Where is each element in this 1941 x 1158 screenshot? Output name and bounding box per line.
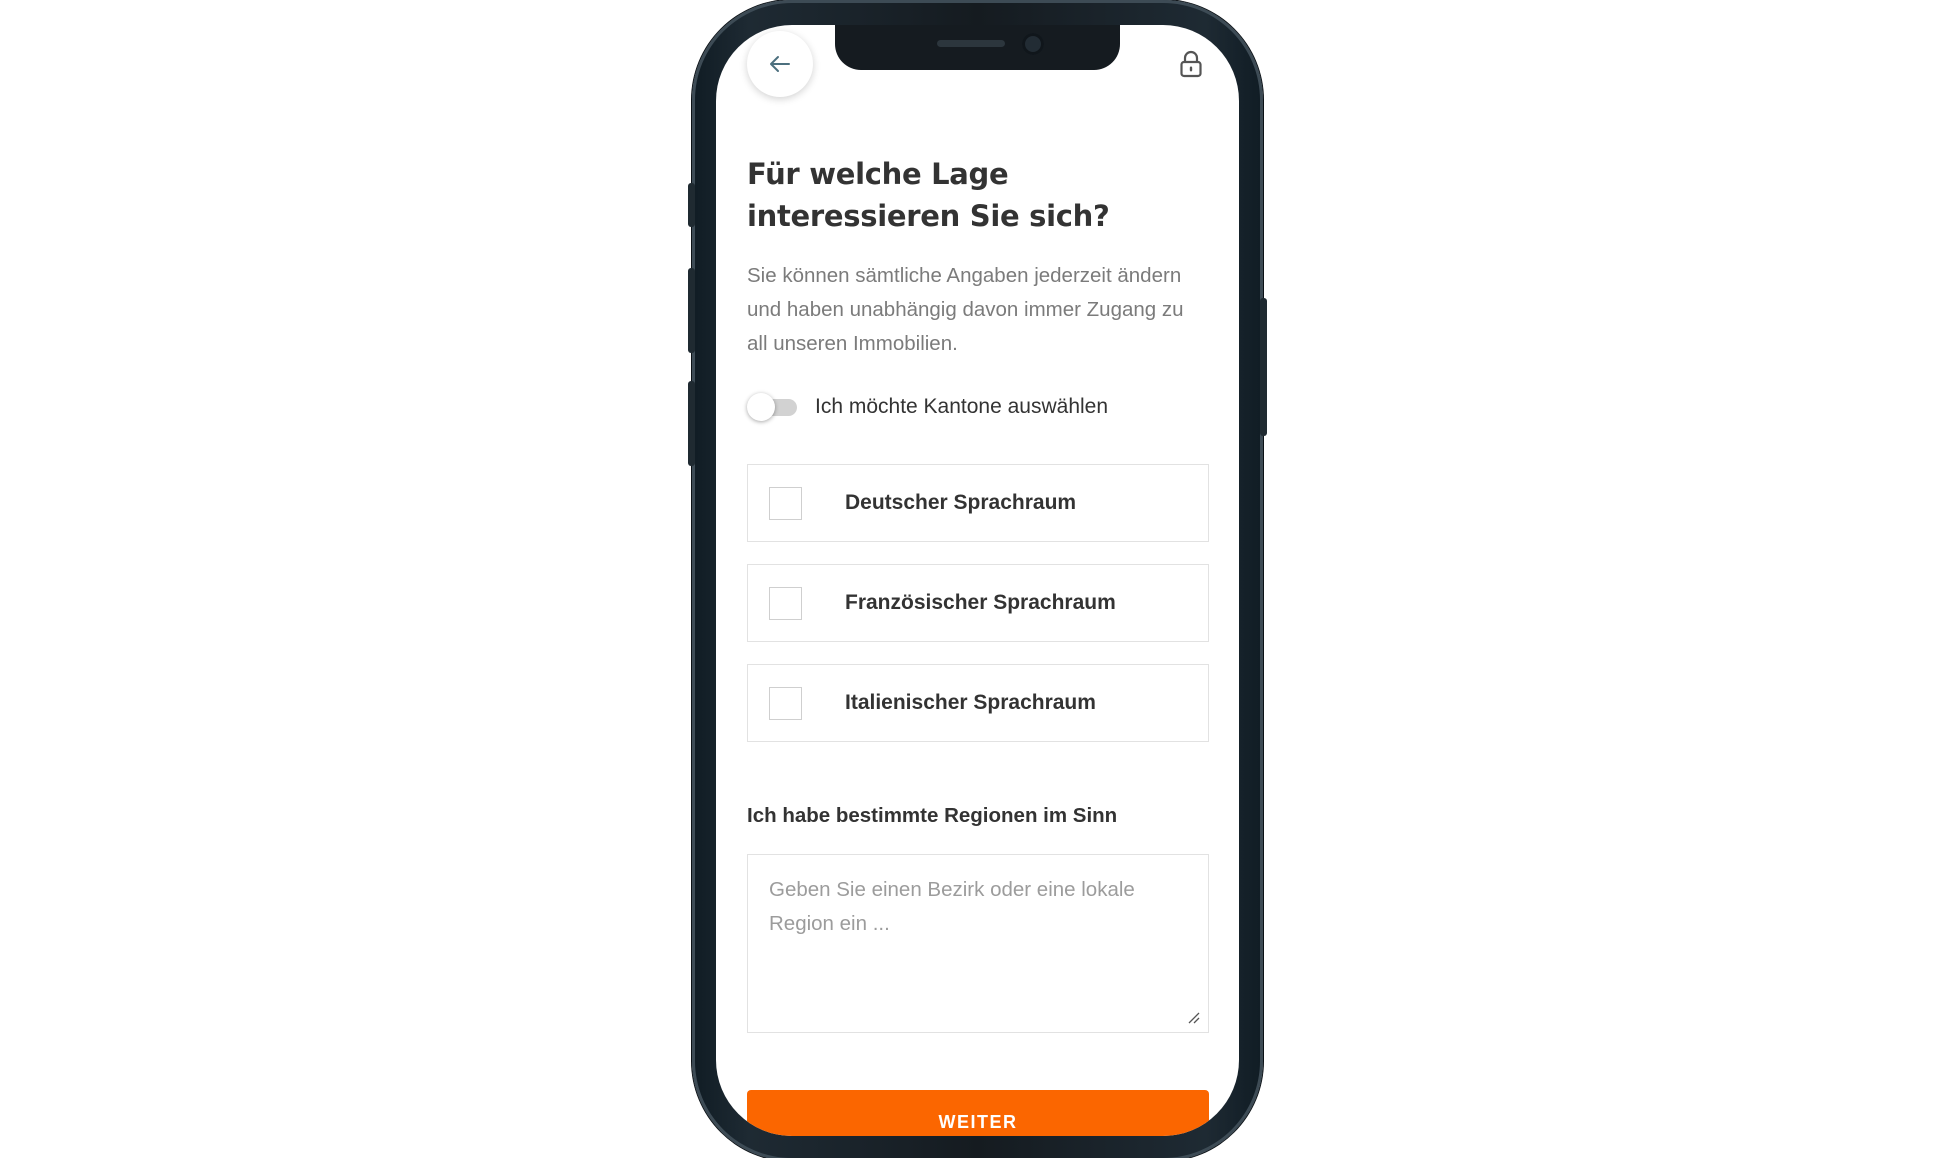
phone-mute-switch: [688, 183, 695, 227]
regions-label: Ich habe bestimmte Regionen im Sinn: [747, 804, 1118, 827]
main-content: Für welche Lage interessieren Sie sich? …: [747, 153, 1209, 1136]
language-region-options: Deutscher Sprachraum Französischer Sprac…: [747, 464, 1209, 742]
phone-frame: Für welche Lage interessieren Sie sich? …: [688, 0, 1267, 1158]
phone-power-button: [1260, 298, 1267, 436]
front-camera: [1022, 33, 1044, 55]
stage: Für welche Lage interessieren Sie sich? …: [0, 0, 1941, 1158]
regions-field: [747, 854, 1209, 1033]
option-label: Italienischer Sprachraum: [845, 691, 1096, 714]
checkbox[interactable]: [769, 486, 802, 520]
resize-handle-icon[interactable]: [1186, 1010, 1200, 1024]
kantone-toggle[interactable]: [747, 392, 797, 422]
phone-screen: Für welche Lage interessieren Sie sich? …: [716, 25, 1239, 1136]
back-button[interactable]: [747, 31, 813, 97]
arrow-left-icon: [770, 56, 790, 72]
option-label: Französischer Sprachraum: [845, 591, 1116, 614]
page-title: Für welche Lage interessieren Sie sich?: [747, 157, 1110, 233]
option-deutscher-sprachraum[interactable]: Deutscher Sprachraum: [747, 464, 1209, 542]
option-italienischer-sprachraum[interactable]: Italienischer Sprachraum: [747, 664, 1209, 742]
option-label: Deutscher Sprachraum: [845, 491, 1077, 514]
checkbox[interactable]: [769, 586, 802, 620]
option-franzoesischer-sprachraum[interactable]: Französischer Sprachraum: [747, 564, 1209, 642]
phone-volume-down-button: [688, 381, 695, 466]
phone-notch: [835, 25, 1120, 70]
regions-textarea[interactable]: [748, 855, 1208, 1032]
page-subtitle: Sie können sämtliche Angaben jederzeit ä…: [747, 264, 1184, 355]
weiter-button[interactable]: WEITER: [747, 1090, 1209, 1136]
toggle-knob: [747, 393, 775, 421]
kantone-toggle-row: Ich möchte Kantone auswählen: [747, 389, 1209, 425]
phone-volume-up-button: [688, 268, 695, 353]
checkbox[interactable]: [769, 686, 802, 720]
kantone-toggle-label: Ich möchte Kantone auswählen: [815, 395, 1109, 418]
lock-icon: [1180, 50, 1202, 78]
speaker-grille: [937, 40, 1005, 47]
